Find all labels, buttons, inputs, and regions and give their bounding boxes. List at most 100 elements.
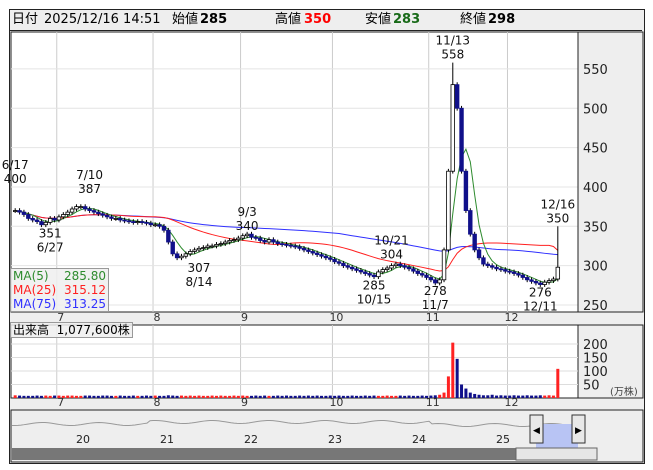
- candle-body: [336, 261, 342, 264]
- candle-body: [402, 265, 407, 268]
- volume-bar: [455, 358, 459, 398]
- volume-bar: [368, 395, 372, 398]
- volume-bar: [175, 395, 179, 398]
- volume-bar: [551, 395, 555, 398]
- volume-bar: [162, 395, 166, 398]
- volume-bar: [105, 395, 109, 398]
- volume-bar: [123, 395, 127, 398]
- volume-bar: [158, 395, 162, 398]
- annotation-value: 10/15: [357, 292, 392, 306]
- annotation-date: 351: [39, 227, 62, 241]
- annotation-date: 276: [529, 286, 552, 300]
- candle-body: [485, 263, 490, 267]
- candle-body: [52, 218, 57, 221]
- candle-body: [157, 224, 162, 227]
- volume-bar: [324, 395, 328, 398]
- candle-body: [223, 241, 228, 245]
- candle-body: [441, 249, 447, 281]
- volume-bar: [376, 395, 380, 398]
- candle-body: [148, 222, 154, 226]
- volume-bar: [153, 395, 157, 398]
- volume-bar: [538, 395, 542, 398]
- volume-bar: [70, 395, 74, 398]
- candle-body: [188, 251, 193, 255]
- volume-bar: [438, 394, 442, 398]
- volume-bar: [477, 394, 481, 398]
- candle-body: [83, 206, 88, 210]
- price-tick-label: 350: [583, 220, 608, 235]
- ma-label: MA(75): [13, 297, 57, 311]
- volume-bar: [306, 395, 310, 398]
- candle-body: [503, 269, 508, 272]
- volume-bar: [79, 395, 83, 398]
- price-tick-label: 450: [583, 142, 608, 157]
- candle-body: [87, 208, 92, 211]
- annotation-value: 387: [78, 182, 101, 196]
- annotation-date: 6/17: [2, 158, 29, 172]
- ma-legend-item: MA(75) 313.25: [11, 297, 108, 311]
- candle-body: [61, 214, 66, 218]
- candle-body: [463, 170, 469, 211]
- month-label: 11: [426, 311, 440, 324]
- volume-bar: [232, 395, 236, 398]
- navigator-label: 21: [160, 433, 174, 446]
- ma-legend-item: MA(5) 285.80: [11, 269, 108, 283]
- candle-body: [389, 265, 394, 269]
- volume-bar: [57, 395, 61, 398]
- candle-body: [419, 273, 425, 276]
- candle-body: [214, 244, 219, 247]
- volume-bar: [280, 395, 284, 398]
- volume-bar: [118, 395, 122, 398]
- volume-bar: [149, 395, 153, 398]
- volume-bar: [298, 395, 302, 398]
- volume-bar: [31, 395, 35, 398]
- scrollbar-thumb[interactable]: [515, 447, 598, 461]
- candle-body: [166, 229, 171, 243]
- candle-body: [345, 265, 350, 268]
- volume-bar: [131, 395, 135, 398]
- volume-bar: [223, 395, 227, 398]
- volume-bar: [258, 395, 262, 398]
- volume-bar: [267, 395, 271, 398]
- candle-body: [30, 218, 35, 221]
- candle-body: [468, 210, 473, 235]
- volume-bar: [442, 392, 446, 398]
- volume-bar: [109, 395, 113, 398]
- candle-body: [406, 266, 412, 270]
- volume-bar: [411, 395, 415, 398]
- volume-bar: [285, 395, 288, 398]
- price-tick-label: 500: [583, 102, 608, 117]
- volume-bar: [249, 395, 253, 398]
- volume-bar: [433, 395, 437, 398]
- volume-bar: [48, 395, 52, 398]
- candle-body: [380, 269, 385, 273]
- ma-label: MA(25): [13, 283, 57, 297]
- volume-bar: [341, 395, 345, 398]
- navigator-label: 24: [412, 433, 426, 446]
- candle-body: [411, 268, 416, 272]
- candle-body: [529, 279, 534, 282]
- volume-bar: [271, 395, 275, 398]
- volume-bar: [508, 395, 512, 398]
- volume-label: 出来高: [13, 323, 50, 337]
- annotation-value: 340: [236, 219, 259, 233]
- candle-body: [301, 247, 307, 251]
- candle-body: [511, 271, 517, 274]
- candle-body: [170, 241, 175, 255]
- candle-body: [398, 263, 403, 267]
- candle-body: [341, 262, 346, 267]
- candle-body: [428, 277, 434, 281]
- candle-body: [516, 273, 521, 276]
- annotation-date: 11/13: [435, 34, 470, 48]
- candle-body: [349, 266, 355, 270]
- month-label: 8: [154, 311, 161, 324]
- volume-bar: [499, 395, 503, 398]
- annotation-date: 12/16: [541, 197, 576, 211]
- candle-body: [424, 274, 429, 278]
- volume-bar: [350, 395, 354, 398]
- volume-bar: [355, 395, 359, 398]
- volume-bar: [390, 395, 394, 398]
- volume-tick-label: 200: [583, 338, 608, 353]
- annotation-value: 400: [4, 172, 27, 186]
- candle-body: [450, 84, 455, 172]
